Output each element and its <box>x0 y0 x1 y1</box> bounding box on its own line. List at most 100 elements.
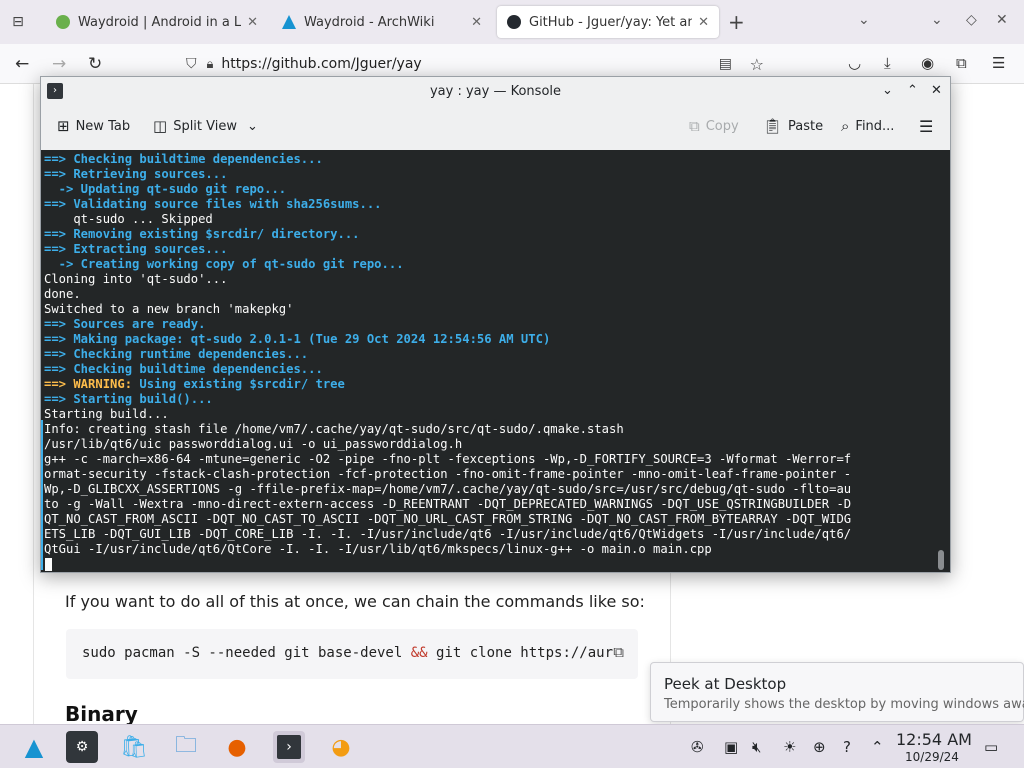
menu-hamburger-icon[interactable]: ☰ <box>992 54 1005 72</box>
maximize-chevron-up-icon[interactable]: ⌃ <box>907 82 918 100</box>
clipboard-icon[interactable]: ▣ <box>724 738 738 756</box>
pocket-icon[interactable]: ◡ <box>848 54 861 72</box>
find-label: Find... <box>855 118 895 134</box>
back-arrow-icon[interactable]: ← <box>15 54 29 74</box>
help-icon[interactable]: ? <box>843 738 851 756</box>
tooltip-description: Temporarily shows the desktop by moving … <box>664 697 1024 712</box>
lock-icon[interactable]: 🔒︎ <box>207 57 214 72</box>
close-icon[interactable]: ✕ <box>996 12 1008 28</box>
find-button[interactable]: ⌕ Find... <box>841 117 894 135</box>
terminal-line: Info: creating stash file /home/vm7/.cac… <box>44 422 929 437</box>
code-operator: && <box>410 645 428 661</box>
close-icon[interactable]: ✕ <box>247 15 258 30</box>
terminal-text: ==> Checking buildtime dependencies... <box>44 362 323 376</box>
terminal-view[interactable]: ==> Checking buildtime dependencies... ==… <box>41 150 950 572</box>
peek-at-desktop-icon[interactable]: ▭ <box>984 738 998 756</box>
konsole-taskbar-icon[interactable]: › <box>273 731 305 763</box>
browser-tab-waydroid[interactable]: Waydroid | Android in a Li ✕ <box>46 6 268 38</box>
split-view-icon: ◫ <box>153 117 168 135</box>
github-favicon-icon <box>507 15 521 29</box>
split-view-button[interactable]: ◫ Split View ⌄ <box>153 117 258 135</box>
terminal-line: Starting build... <box>44 407 929 422</box>
page-paragraph: If you want to do all of this at once, w… <box>65 592 645 611</box>
terminal-text: ==> Starting build()... <box>44 392 213 406</box>
clock-time[interactable]: 12:54 AM <box>896 730 972 749</box>
terminal-line: g++ -c -march=x86-64 -mtune=generic -O2 … <box>44 452 929 467</box>
terminal-text: qt-sudo ... Skipped <box>44 212 213 226</box>
close-icon[interactable]: ✕ <box>471 15 482 30</box>
tab-title: GitHub - Jguer/yay: Yet ano <box>529 14 693 30</box>
terminal-text: ormat-security -fstack-clash-protection … <box>44 467 852 481</box>
browser-tab-archwiki[interactable]: Waydroid - ArchWiki ✕ <box>272 6 492 38</box>
selection-marker <box>41 420 43 570</box>
terminal-line: QT_NO_CAST_FROM_ASCII -DQT_NO_CAST_TO_AS… <box>44 512 929 527</box>
copy-icon[interactable]: ⧉ <box>613 643 624 661</box>
minimize-chevron-down-icon[interactable]: ⌄ <box>882 82 893 100</box>
reader-view-icon[interactable]: ▤ <box>719 56 732 72</box>
ark-archive-icon[interactable]: ◕ <box>325 731 357 763</box>
close-icon[interactable]: ✕ <box>931 82 942 100</box>
reload-icon[interactable]: ↻ <box>88 54 102 74</box>
scrollbar-thumb[interactable] <box>938 550 944 570</box>
terminal-line: done. <box>44 287 929 302</box>
account-icon[interactable]: ◉ <box>921 54 934 72</box>
terminal-text: ==> Checking runtime dependencies... <box>44 347 309 361</box>
tooltip: Peek at Desktop Temporarily shows the de… <box>650 662 1024 722</box>
terminal-text: Wp,-D_GLIBCXX_ASSERTIONS -g -ffile-prefi… <box>44 482 852 496</box>
system-settings-icon[interactable]: ⚙ <box>66 731 98 763</box>
download-icon[interactable]: ⤓ <box>884 54 891 72</box>
brightness-icon[interactable]: ☀ <box>783 738 796 756</box>
tab-title: Waydroid | Android in a Li <box>78 14 242 30</box>
browser-tab-github[interactable]: GitHub - Jguer/yay: Yet ano ✕ <box>497 6 719 38</box>
archwiki-favicon-icon <box>282 15 296 29</box>
konsole-app-icon[interactable]: › <box>47 83 63 99</box>
chevron-down-icon[interactable]: ⌄ <box>931 12 943 28</box>
new-tab-button[interactable]: ⊞ New Tab <box>57 117 130 135</box>
arch-launcher-icon[interactable]: ▲ <box>18 731 50 763</box>
clock-date[interactable]: 10/29/24 <box>905 750 959 764</box>
terminal-line: ==> Checking buildtime dependencies... <box>44 152 929 167</box>
terminal-text: ETS_LIB -DQT_GUI_LIB -DQT_CORE_LIB -I. -… <box>44 527 852 541</box>
new-tab-plus-icon[interactable]: + <box>728 12 745 32</box>
file-manager-icon[interactable]: 🗀 <box>170 731 202 763</box>
terminal-text: -> Creating working copy of qt-sudo git … <box>44 257 404 271</box>
terminal-text: g++ -c -march=x86-64 -mtune=generic -O2 … <box>44 452 852 466</box>
volume-muted-icon[interactable]: 🔇︎ <box>752 738 761 756</box>
terminal-line: -> Updating qt-sudo git repo... <box>44 182 929 197</box>
copy-button[interactable]: ⧉ Copy <box>689 117 739 135</box>
forward-arrow-icon[interactable]: → <box>52 54 66 74</box>
terminal-text: ==> Validating source files with sha256s… <box>44 197 382 211</box>
terminal-text: Starting build... <box>44 407 169 421</box>
terminal-text: Cloning into 'qt-sudo'... <box>44 272 228 286</box>
bookmark-star-icon[interactable]: ☆ <box>750 55 764 74</box>
terminal-line: ==> Validating source files with sha256s… <box>44 197 929 212</box>
terminal-line: ETS_LIB -DQT_GUI_LIB -DQT_CORE_LIB -I. -… <box>44 527 929 542</box>
url-text[interactable]: https://github.com/Jguer/yay <box>221 56 421 72</box>
konsole-window: › yay : yay — Konsole ⌄ ⌃ ✕ ⊞ New Tab ◫ … <box>40 76 951 573</box>
chevron-down-icon[interactable]: ⌄ <box>858 12 870 28</box>
hamburger-menu-icon[interactable]: ☰ <box>919 117 933 136</box>
shield-icon[interactable]: ⛉ <box>186 56 197 72</box>
konsole-toolbar: ⊞ New Tab ◫ Split View ⌄ ⧉ Copy 📋︎ Paste… <box>41 107 950 149</box>
terminal-line: ==> Checking runtime dependencies... <box>44 347 929 362</box>
terminal-line: Switched to a new branch 'makepkg' <box>44 302 929 317</box>
terminal-line: ==> WARNING: Using existing $srcdir/ tre… <box>44 377 929 392</box>
terminal-line: QtGui -I/usr/include/qt6/QtCore -I. -I. … <box>44 542 929 557</box>
network-icon[interactable]: ⊕ <box>813 738 826 756</box>
window-title-bar[interactable]: › yay : yay — Konsole ⌄ ⌃ ✕ <box>41 77 950 105</box>
chevron-up-icon[interactable]: ⌃ <box>871 738 884 756</box>
terminal-line: qt-sudo ... Skipped <box>44 212 929 227</box>
terminal-line: to -g -Wall -Wextra -mno-direct-extern-a… <box>44 497 929 512</box>
tab-overview-icon[interactable]: ⊟ <box>8 12 28 32</box>
browser-tab-bar: ⊟ Waydroid | Android in a Li ✕ Waydroid … <box>0 0 1024 44</box>
terminal-text: QtGui -I/usr/include/qt6/QtCore -I. -I. … <box>44 542 712 556</box>
paste-button[interactable]: 📋︎ Paste <box>763 117 823 135</box>
firefox-icon[interactable]: ● <box>221 731 253 763</box>
extensions-icon[interactable]: ⧉ <box>956 54 967 72</box>
terminal-line: ==> Checking buildtime dependencies... <box>44 362 929 377</box>
kde-connect-icon[interactable]: ✇ <box>691 738 704 756</box>
terminal-line: ormat-security -fstack-clash-protection … <box>44 467 929 482</box>
close-icon[interactable]: ✕ <box>698 15 709 30</box>
diamond-icon[interactable]: ◇ <box>966 12 977 28</box>
software-center-icon[interactable]: 🛍︎ <box>118 731 150 763</box>
